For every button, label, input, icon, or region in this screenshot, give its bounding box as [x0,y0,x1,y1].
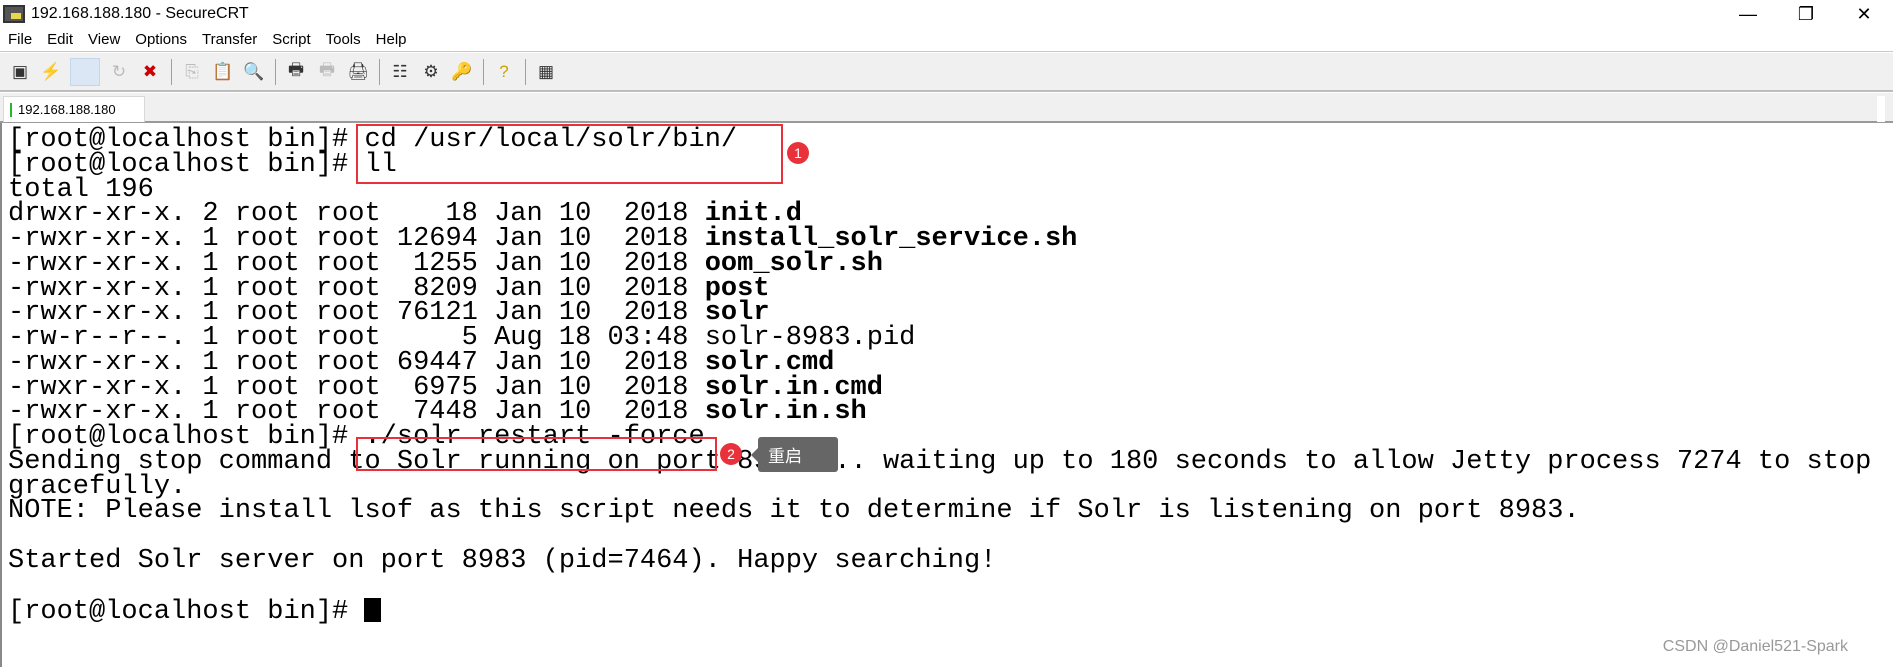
terminal-text: Started Solr server on port 8983 (pid=74… [8,545,997,576]
terminal[interactable]: [root@localhost bin]# cd /usr/local/solr… [0,123,1880,667]
toolbar-separator [483,58,484,85]
toolbar-separator [525,58,526,85]
menu-bar: File Edit View Options Transfer Script Tools He… [0,28,1893,52]
session-status-indicator [10,102,12,117]
session-tab-label: 192.168.188.180 [18,102,116,117]
session-tab[interactable]: 192.168.188.180 [3,96,145,122]
menu-transfer[interactable]: Transfer [202,31,257,48]
menu-tools[interactable]: Tools [326,31,361,48]
connect-icon[interactable]: ▣ [8,60,32,84]
terminal-output: [root@localhost bin]# cd /usr/local/solr… [8,127,1872,626]
paste-icon[interactable]: 📋 [211,60,235,84]
terminal-line: [root@localhost bin]# [8,598,1871,626]
toolbar-separator [275,58,276,85]
terminal-text: [root@localhost bin]# [8,597,365,628]
session-options-icon[interactable]: ☷ [388,60,412,84]
toolbar-separator [379,58,380,85]
quick-connect-icon[interactable]: ⚡ [39,60,63,84]
keymap-icon[interactable]: 🔑 [450,60,474,84]
menu-edit[interactable]: Edit [47,31,73,48]
toolbar: ▣ ⚡ ↻ ✖ ⎘ 📋 🔍 🖶 🖶 🖨 ☷ ⚙ 🔑? ▦ [0,53,1893,92]
annotation-tooltip: 重启 [751,437,838,472]
terminal-line: Sending stop command to Solr running on … [8,446,1872,477]
watermark: CSDN @Daniel521-Spark [1662,638,1848,655]
highlight-box-commands [356,124,783,184]
close-button[interactable]: ✕ [1835,0,1893,28]
sftp-icon[interactable]: ▦ [534,60,558,84]
disconnect-icon[interactable]: ✖ [138,60,162,84]
annotation-badge-1: 1 [787,142,809,164]
terminal-line: Started Solr server on port 8983 (pid=74… [8,545,1871,576]
window-title: 192.168.188.180 - SecureCRT [31,5,249,22]
title-bar: 192.168.188.180 - SecureCRT — ❐ ✕ [0,0,1893,28]
file-name: solr.in.sh [704,397,867,428]
securecrt-app-icon [3,5,25,23]
find-icon[interactable]: 🔍 [242,60,266,84]
menu-help[interactable]: Help [376,31,407,48]
tab-scroll-strip [1877,96,1885,122]
terminal-cursor [364,598,382,623]
print-icon[interactable]: 🖶 [284,60,308,84]
menu-options[interactable]: Options [135,31,187,48]
print-screen-icon[interactable]: 🖨 [346,60,370,84]
highlight-box-restart [356,437,717,471]
toolbar-separator [171,58,172,85]
menu-file[interactable]: File [8,31,32,48]
terminal-line: [root@localhost bin]# ll [8,151,1871,178]
global-options-icon[interactable]: ⚙ [419,60,443,84]
restore-button[interactable]: ❐ [1777,0,1835,28]
print-selection-icon[interactable]: 🖶 [315,60,339,84]
session-tab-bar: 192.168.188.180 [0,93,1893,123]
minimize-button[interactable]: — [1719,0,1777,28]
menu-view[interactable]: View [88,31,120,48]
help-icon[interactable]: ? [492,60,516,84]
reconnect-icon[interactable]: ↻ [107,60,131,84]
terminal-text: Sending stop command to Solr running on … [8,446,1872,477]
terminal-line: NOTE: Please install lsof as this script… [8,496,1871,527]
menu-script[interactable]: Script [272,31,310,48]
annotation-badge-2: 2 [720,443,742,465]
copy-icon[interactable]: ⎘ [180,60,204,84]
terminal-text: NOTE: Please install lsof as this script… [8,496,1580,527]
connect-tab-icon[interactable] [70,57,100,86]
